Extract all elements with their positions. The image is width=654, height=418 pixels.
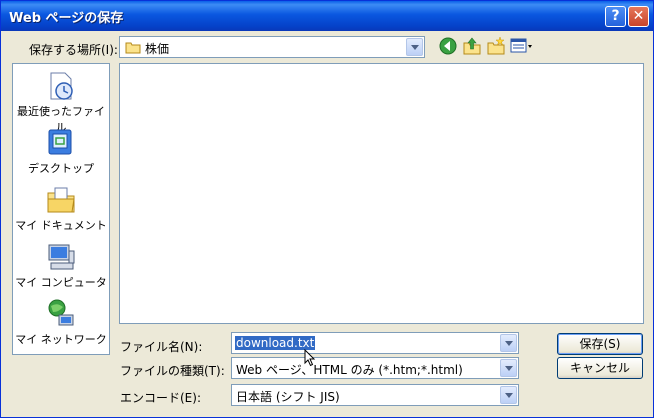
place-label: デスクトップ [28,162,94,175]
encoding-dropdown-button[interactable] [500,386,517,404]
filename-field[interactable]: download.txt [231,332,519,354]
save-dialog: Web ページの保存 ? ✕ 保存する場所(I): 株価 最近使ったファイル デ… [0,0,654,418]
encoding-label: エンコード(E): [120,391,201,405]
location-value: 株価 [145,42,170,56]
filetype-select[interactable]: Web ページ、HTML のみ (*.htm;*.html) [231,357,519,379]
file-list[interactable] [119,63,644,324]
place-label: マイ ネットワーク [15,333,107,346]
location-combo[interactable]: 株価 [119,36,425,58]
filename-label: ファイル名(N): [120,340,203,354]
recent-documents-icon [50,72,73,100]
filename-dropdown-button[interactable] [500,334,517,352]
folder-icon [125,42,141,54]
my-documents-icon [47,187,75,213]
cancel-button[interactable]: キャンセル [557,357,643,379]
location-dropdown-button[interactable] [406,38,423,56]
save-button[interactable]: 保存(S) [557,333,643,355]
new-folder-icon[interactable] [486,36,506,56]
window-title: Web ページの保存 [9,11,124,26]
mouse-cursor-icon [304,349,316,367]
help-button[interactable]: ? [605,6,626,27]
encoding-select[interactable]: 日本語 (シフト JIS) [231,384,519,406]
my-computer-icon [48,244,75,270]
title-bar[interactable]: Web ページの保存 ? ✕ [1,1,653,31]
filetype-dropdown-button[interactable] [500,359,517,377]
location-label: 保存する場所(I): [29,43,118,57]
encoding-value: 日本語 (シフト JIS) [236,390,340,404]
back-icon[interactable] [438,36,458,56]
place-label: マイ コンピュータ [15,276,107,289]
place-my-computer[interactable]: マイ コンピュータ [13,241,109,290]
filetype-label: ファイルの種類(T): [120,364,225,378]
up-folder-icon[interactable] [462,36,482,56]
filename-value: download.txt [235,336,316,350]
view-menu-icon[interactable] [510,36,534,56]
place-label: マイ ドキュメント [15,219,107,232]
places-bar: 最近使ったファイル デスクトップ マイ ドキュメント マイ コンピュータ マイ … [12,63,110,355]
desktop-icon [48,129,72,155]
close-button[interactable]: ✕ [628,6,649,27]
place-my-network[interactable]: マイ ネットワーク [13,298,109,347]
place-desktop[interactable]: デスクトップ [13,127,109,176]
place-my-documents[interactable]: マイ ドキュメント [13,184,109,233]
my-network-icon [48,299,74,326]
place-recent[interactable]: 最近使ったファイル [13,70,109,135]
filetype-value: Web ページ、HTML のみ (*.htm;*.html) [236,363,463,377]
